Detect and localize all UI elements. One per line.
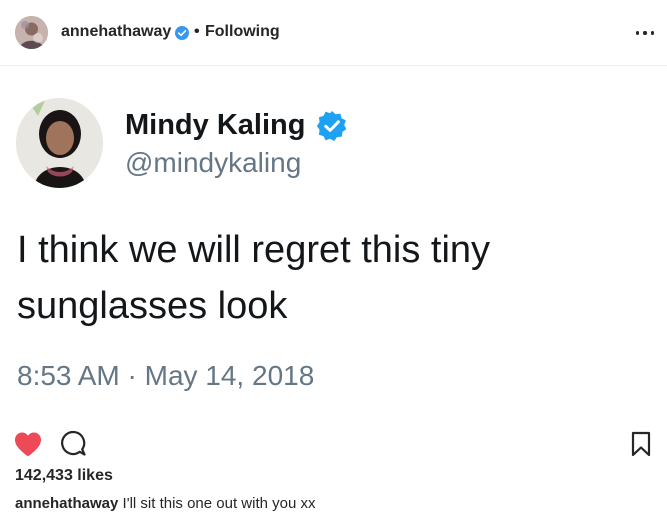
comment-icon[interactable] [60, 430, 86, 457]
bookmark-icon[interactable] [631, 431, 651, 457]
tweet-author-name: Mindy Kaling [125, 109, 306, 141]
caption-username[interactable]: annehathaway [15, 495, 118, 512]
separator-dot: • [194, 23, 200, 40]
like-count[interactable]: 142,433 likes [15, 466, 113, 486]
more-options-icon[interactable] [636, 24, 654, 42]
tweet-text: I think we will regret this tiny sunglas… [17, 229, 491, 327]
post-caption: annehathaway I'll sit this one out with … [15, 494, 316, 514]
tweet-verified-badge-icon [317, 111, 347, 141]
tweet-author-handle: @mindykaling [125, 147, 302, 178]
tweet-timestamp: 8:53 AM · May 14, 2018 [17, 360, 315, 391]
post-header: annehathaway • Following [0, 0, 667, 66]
tweet-author-avatar [16, 98, 103, 188]
heart-icon[interactable] [14, 431, 42, 457]
verified-badge-icon [175, 26, 189, 40]
author-username[interactable]: annehathaway [61, 22, 171, 42]
author-avatar[interactable] [15, 16, 48, 49]
following-button[interactable]: Following [205, 22, 280, 42]
caption-text: I'll sit this one out with you xx [118, 495, 316, 512]
